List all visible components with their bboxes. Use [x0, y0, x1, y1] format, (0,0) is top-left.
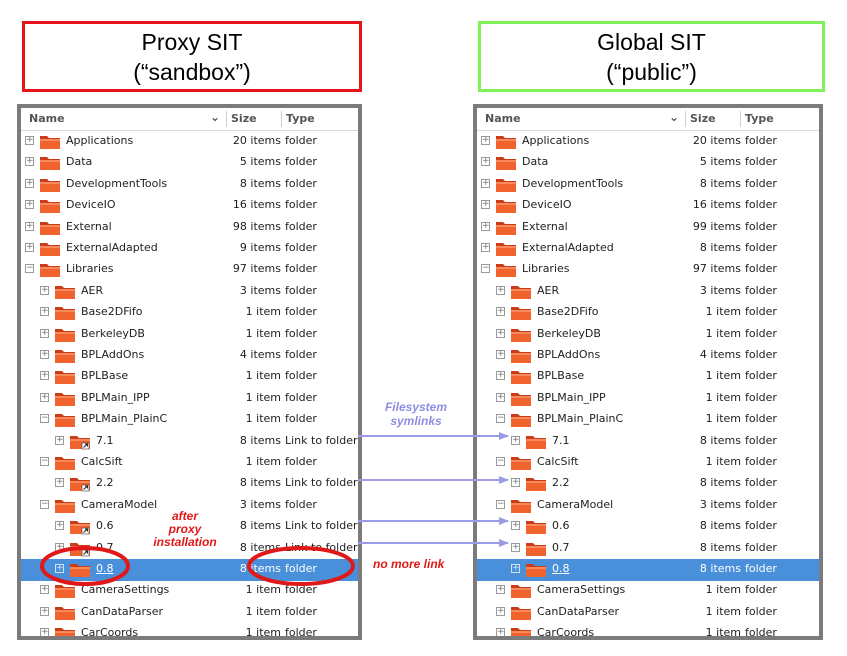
after-proxy-installation-note: after proxy installation [140, 510, 230, 549]
note-line: symlinks [390, 414, 442, 428]
filesystem-symlinks-note: Filesystem symlinks [376, 400, 456, 428]
no-more-link-note: no more link [373, 557, 445, 571]
highlight-ellipse-folder [40, 546, 130, 586]
note-line: Filesystem [384, 400, 448, 414]
highlight-ellipse-type [247, 546, 355, 586]
note-line: installation [153, 535, 217, 549]
